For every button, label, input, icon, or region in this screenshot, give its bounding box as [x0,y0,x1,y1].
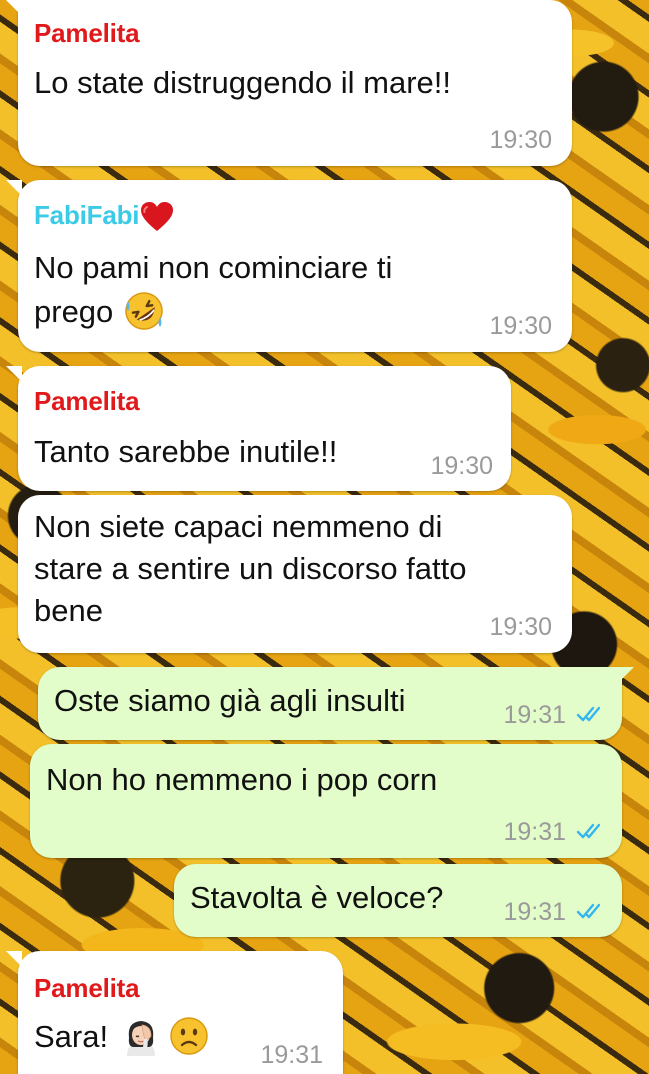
sender-name[interactable]: Pamelita [34,18,140,49]
message-time: 19:30 [489,613,552,641]
message-text: Non ho nemmeno i pop corn [46,762,438,797]
double-check-read-icon [576,823,601,839]
message-time: 19:31 [260,1041,323,1069]
message-time: 19:31 [503,818,566,846]
sender-name[interactable]: FabiFabi [34,200,174,232]
message-bubble-incoming[interactable]: Non siete capaci nemmeno di stare a sent… [18,495,572,653]
message-text-fragment: prego [34,294,114,329]
message-bubble-outgoing[interactable]: Stavolta è veloce? 19:31 [174,864,622,937]
message-text-line: prego [34,292,164,332]
slightly-frowning-face-emoji [170,1017,209,1055]
message-bubble-outgoing[interactable]: Oste siamo già agli insulti 19:31 [38,667,634,740]
sender-name-label: FabiFabi [34,200,140,230]
double-check-read-icon [576,903,601,919]
message-text: Lo state distruggendo il mare!! [34,65,452,100]
message-bubble-incoming[interactable]: FabiFabi No pami non cominciare ti prego… [6,180,572,352]
message-time: 19:31 [503,898,566,926]
message-bubble-incoming[interactable]: Pamelita Sara! 19:31 [6,951,343,1074]
message-time: 19:30 [430,452,493,480]
message-text-line: Non siete capaci nemmeno di [34,509,443,544]
message-text: Tanto sarebbe inutile!! [34,434,338,469]
double-check-read-icon [576,706,601,722]
message-text-line: bene [34,593,103,628]
message-text-line: stare a sentire un discorso fatto [34,551,467,586]
message-text-fragment: Sara! [34,1019,109,1054]
message-time: 19:31 [503,701,566,729]
red-heart-icon [141,202,174,232]
sender-name[interactable]: Pamelita [34,973,140,1004]
message-bubble-incoming[interactable]: Pamelita Lo state distruggendo il mare!!… [6,0,572,166]
message-text: Stavolta è veloce? [190,880,444,915]
message-bubble-incoming[interactable]: Pamelita Tanto sarebbe inutile!! 19:30 [6,366,511,491]
message-time: 19:30 [489,312,552,340]
message-text-line: Sara! [34,1017,209,1057]
rolling-on-floor-laughing-emoji [125,292,163,330]
message-bubble-outgoing[interactable]: Non ho nemmeno i pop corn 19:31 [30,744,622,858]
message-text-line: No pami non cominciare ti [34,250,393,285]
message-time: 19:30 [489,126,552,154]
woman-facepalming-emoji [126,1020,155,1056]
sender-name[interactable]: Pamelita [34,386,140,417]
message-text: Oste siamo già agli insulti [54,683,406,718]
